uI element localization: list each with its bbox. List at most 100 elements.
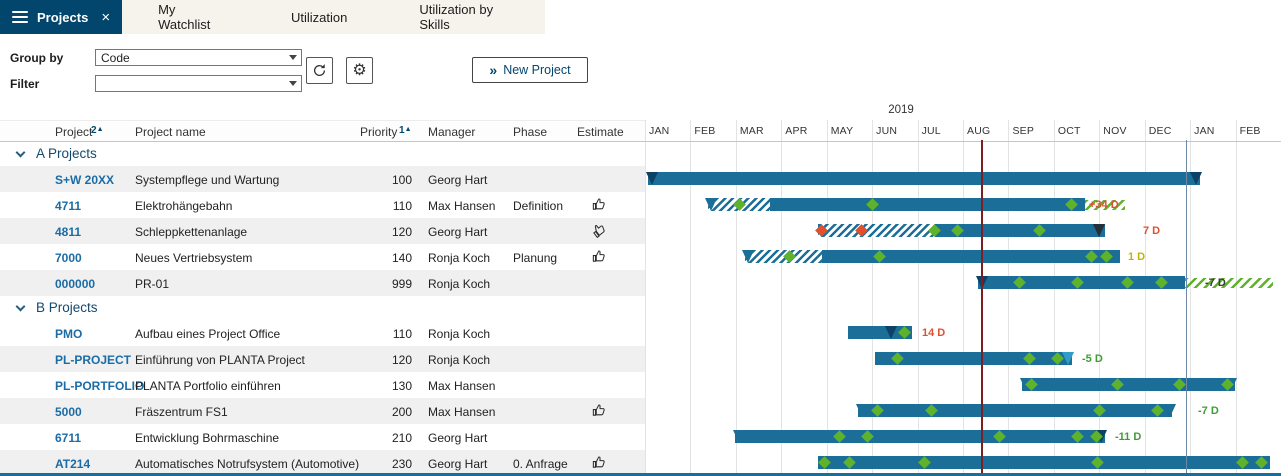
month-label: FEB	[694, 125, 715, 137]
gantt-bar-segment-tail[interactable]	[1185, 278, 1273, 288]
project-name: Schleppkettenanlage	[135, 225, 247, 239]
tab-utilization[interactable]: Utilization	[255, 0, 383, 34]
gantt-bar-segment-solid[interactable]	[770, 198, 1085, 211]
project-id-link[interactable]: S+W 20XX	[55, 173, 114, 187]
month-label: JUN	[876, 125, 897, 137]
project-phase: Definition	[513, 199, 563, 213]
chevron-down-icon[interactable]	[16, 302, 26, 312]
tab-strip: Projects × My Watchlist Utilization Util…	[0, 0, 545, 34]
month-label: JAN	[1194, 125, 1214, 137]
gantt-bar-segment-solid[interactable]	[875, 352, 1072, 365]
project-row[interactable]: PMOAufbau eines Project Office110Ronja K…	[0, 320, 645, 346]
menu-icon[interactable]	[12, 11, 28, 23]
sort-arrow-icon: ▲	[405, 126, 412, 133]
project-name: Fräszentrum FS1	[135, 405, 228, 419]
project-manager: Ronja Koch	[428, 251, 490, 265]
gantt-bar-segment-solid[interactable]	[648, 172, 1200, 185]
project-id-link[interactable]: PMO	[55, 327, 82, 341]
tab-utilization-label: Utilization	[291, 10, 347, 25]
bar-end-marker	[885, 326, 897, 339]
sort-indicator-project[interactable]: 2▲	[91, 125, 104, 136]
delay-label: -5 D	[1082, 353, 1103, 365]
bar-end-marker	[1093, 224, 1105, 237]
gear-icon: ⚙	[352, 63, 366, 79]
close-icon[interactable]: ×	[101, 10, 110, 25]
delay-label: 1 D	[1128, 251, 1145, 263]
gantt-year-label: 2019	[645, 104, 1157, 116]
table-body: A ProjectsS+W 20XXSystempflege und Wartu…	[0, 142, 645, 476]
hand-icon[interactable]	[591, 223, 607, 239]
project-manager: Max Hansen	[428, 405, 495, 419]
project-manager: Georg Hart	[428, 225, 487, 239]
project-row[interactable]: PL-PORTFOLIOPLANTA Portfolio einführen13…	[0, 372, 645, 398]
gantt-bar-segment-solid[interactable]	[735, 430, 1105, 443]
project-manager: Ronja Koch	[428, 353, 490, 367]
project-id-link[interactable]: 5000	[55, 405, 82, 419]
project-id-link[interactable]: 000000	[55, 277, 95, 291]
project-id-link[interactable]: PL-PROJECT	[55, 353, 131, 367]
double-chevron-icon: »	[489, 62, 496, 78]
group-row[interactable]: A Projects	[0, 142, 645, 166]
project-name: PR-01	[135, 277, 169, 291]
delay-label: 14 D	[922, 327, 945, 339]
group-by-value: Code	[101, 51, 130, 65]
month-label: MAR	[740, 125, 764, 137]
col-project[interactable]: Project	[55, 125, 92, 139]
project-manager: Ronja Koch	[428, 277, 490, 291]
bar-end-marker	[1164, 404, 1176, 417]
project-row[interactable]: 7000Neues Vertriebsystem140Ronja KochPla…	[0, 244, 645, 270]
project-id-link[interactable]: PL-PORTFOLIO	[55, 379, 144, 393]
thumbs-up-icon[interactable]	[591, 197, 607, 213]
group-row[interactable]: B Projects	[0, 296, 645, 320]
gantt-bar-segment-solid[interactable]	[858, 404, 1172, 417]
project-row[interactable]: 6711Entwicklung Bohrmaschine210Georg Har…	[0, 424, 645, 450]
gantt-bar-segment-solid[interactable]	[822, 250, 1120, 263]
month-label: AUG	[967, 125, 990, 137]
month-label: APR	[785, 125, 807, 137]
col-project-name[interactable]: Project name	[135, 125, 206, 139]
project-row[interactable]: 5000Fräszentrum FS1200Max Hansen	[0, 398, 645, 424]
refresh-button[interactable]	[306, 57, 333, 84]
project-id-link[interactable]: 6711	[55, 431, 81, 445]
tab-utilization-by-skills[interactable]: Utilization by Skills	[383, 0, 545, 34]
project-row[interactable]: S+W 20XXSystempflege und Wartung100Georg…	[0, 166, 645, 192]
project-table-panel: Group by Code Filter ⚙ » New Project Pro…	[0, 34, 645, 476]
project-id-link[interactable]: AT214	[55, 457, 90, 471]
delay-label: -7 D	[1205, 277, 1226, 289]
sort-indicator-priority[interactable]: 1▲	[399, 125, 412, 136]
thumbs-up-icon[interactable]	[591, 249, 607, 265]
project-row[interactable]: 4711Elektrohängebahn110Max HansenDefinit…	[0, 192, 645, 218]
tab-projects[interactable]: Projects ×	[0, 0, 122, 34]
gantt-bar-segment-hatch[interactable]	[818, 224, 935, 237]
thumbs-up-icon[interactable]	[591, 403, 607, 419]
project-row[interactable]: 4811Schleppkettenanlage120Georg Hart	[0, 218, 645, 244]
bar-end-marker	[705, 198, 717, 211]
chevron-down-icon[interactable]	[16, 148, 26, 158]
col-priority[interactable]: Priority	[360, 125, 397, 139]
gantt-bar-segment-solid[interactable]	[1022, 378, 1235, 391]
settings-button[interactable]: ⚙	[346, 57, 373, 84]
group-by-dropdown[interactable]: Code	[95, 49, 302, 66]
gantt-bar-segment-solid[interactable]	[818, 456, 1270, 469]
chevron-down-icon	[286, 50, 299, 65]
project-name: PLANTA Portfolio einführen	[135, 379, 281, 393]
sort-arrow-icon: ▲	[97, 126, 104, 133]
new-project-button[interactable]: » New Project	[472, 57, 588, 83]
thumbs-up-icon[interactable]	[591, 455, 607, 471]
project-manager: Georg Hart	[428, 431, 487, 445]
col-phase[interactable]: Phase	[513, 125, 547, 139]
project-id-link[interactable]: 7000	[55, 251, 82, 265]
month-label: JAN	[649, 125, 669, 137]
project-priority: 230	[353, 457, 412, 471]
project-id-link[interactable]: 4811	[55, 225, 81, 239]
delay-label: 7 D	[1143, 225, 1160, 237]
bar-end-marker	[848, 326, 860, 339]
col-estimate[interactable]: Estimate	[577, 125, 624, 139]
filter-dropdown[interactable]	[95, 75, 302, 92]
tab-my-watchlist[interactable]: My Watchlist	[122, 0, 255, 34]
project-name: Neues Vertriebsystem	[135, 251, 252, 265]
col-manager[interactable]: Manager	[428, 125, 475, 139]
project-row[interactable]: 000000PR-01999Ronja Koch	[0, 270, 645, 296]
project-id-link[interactable]: 4711	[55, 199, 81, 213]
project-row[interactable]: PL-PROJECTEinführung von PLANTA Project1…	[0, 346, 645, 372]
